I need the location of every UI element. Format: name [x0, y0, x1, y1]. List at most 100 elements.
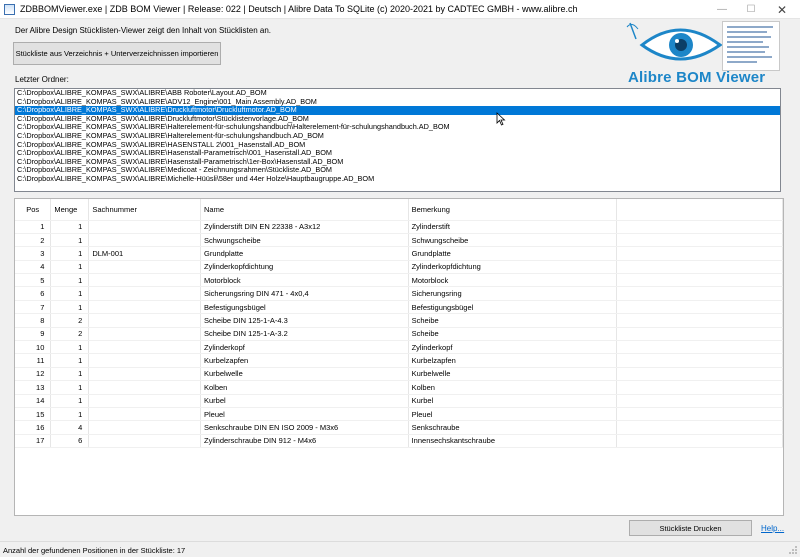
cell-pos: 17 [15, 434, 52, 449]
cell-name: Scheibe DIN 125-1-A-3.2 [200, 327, 409, 342]
cell-name: Kurbelzapfen [200, 353, 409, 368]
cell-name: Scheibe DIN 125-1-A-4.3 [200, 313, 409, 328]
cell-menge: 1 [50, 380, 90, 395]
col-header-pos[interactable]: Pos [15, 199, 52, 221]
cell-sachnummer [88, 353, 201, 368]
cell-bemerkung: Senkschraube [408, 420, 617, 435]
table-row[interactable]: 17 6 Zylinderschraube DIN 912 - M4x6 Innens… [15, 434, 783, 449]
folder-list-item[interactable]: C:\Dropbox\ALIBRE_KOMPAS_SWX\ALIBRE\Druc… [15, 106, 780, 115]
cell-pos: 14 [15, 394, 52, 408]
cell-name: Zylinderschraube DIN 912 - M4x6 [200, 434, 409, 449]
cell-empty [616, 394, 783, 408]
cell-bemerkung: Befestigungsbügel [408, 300, 617, 315]
cell-name: Pleuel [200, 407, 409, 422]
table-row[interactable]: 5 1 Motorblock Motorblock [15, 273, 783, 288]
cell-bemerkung: Zylinderstift [408, 220, 617, 234]
intro-text: Der Alibre Design Stücklisten-Viewer zei… [15, 26, 271, 35]
resize-grip-icon[interactable] [788, 545, 798, 555]
cell-bemerkung: Zylinderkopfdichtung [408, 260, 617, 275]
cell-sachnummer [88, 286, 201, 301]
cell-menge: 1 [50, 246, 90, 261]
bom-preview-thumbnail [722, 21, 780, 71]
folder-list-item[interactable]: C:\Dropbox\ALIBRE_KOMPAS_SWX\ALIBRE\Mich… [15, 175, 780, 184]
cell-empty [616, 380, 783, 395]
table-row[interactable]: 16 4 Senkschraube DIN EN ISO 2009 - M3x6 Se… [15, 420, 783, 435]
cell-pos: 3 [15, 246, 52, 261]
eye-logo-icon [626, 22, 723, 61]
folder-list-item[interactable]: C:\Dropbox\ALIBRE_KOMPAS_SWX\ALIBRE\Druc… [15, 115, 780, 124]
cell-name: Kurbelwelle [200, 367, 409, 382]
cell-empty [616, 327, 783, 342]
folder-list-item[interactable]: C:\Dropbox\ALIBRE_KOMPAS_SWX\ALIBRE\Hase… [15, 149, 780, 158]
minimize-button[interactable]: — [708, 0, 736, 19]
table-row[interactable]: 12 1 Kurbelwelle Kurbelwelle [15, 367, 783, 382]
col-header-bemerkung[interactable]: Bemerkung [408, 199, 617, 221]
folder-list-item[interactable]: C:\Dropbox\ALIBRE_KOMPAS_SWX\ALIBRE\Medi… [15, 166, 780, 175]
cell-name: Schwungscheibe [200, 233, 409, 248]
cell-bemerkung: Scheibe [408, 313, 617, 328]
col-header-menge[interactable]: Menge [50, 199, 90, 221]
folder-list-item[interactable]: C:\Dropbox\ALIBRE_KOMPAS_SWX\ALIBRE\ABB … [15, 89, 780, 98]
cell-empty [616, 434, 783, 449]
col-header-sachnummer[interactable]: Sachnummer [88, 199, 201, 221]
table-row[interactable]: 6 1 Sicherungsring DIN 471 - 4x0,4 Sicherun… [15, 286, 783, 301]
cell-name: Senkschraube DIN EN ISO 2009 - M3x6 [200, 420, 409, 435]
cell-name: Befestigungsbügel [200, 300, 409, 315]
cell-empty [616, 220, 783, 234]
col-header-empty [616, 199, 783, 221]
cell-bemerkung: Zylinderkopf [408, 340, 617, 355]
cell-pos: 8 [15, 313, 52, 328]
table-row[interactable]: 1 1 Zylinderstift DIN EN 22338 - A3x12 Zyli… [15, 220, 783, 234]
cell-bemerkung: Kurbelwelle [408, 367, 617, 382]
cell-sachnummer [88, 367, 201, 382]
cell-empty [616, 353, 783, 368]
folder-list-item[interactable]: C:\Dropbox\ALIBRE_KOMPAS_SWX\ALIBRE\Halt… [15, 132, 780, 141]
cell-menge: 1 [50, 273, 90, 288]
cell-name: Motorblock [200, 273, 409, 288]
close-button[interactable]: ✕ [768, 0, 796, 19]
table-row[interactable]: 14 1 Kurbel Kurbel [15, 394, 783, 408]
cell-empty [616, 407, 783, 422]
table-row[interactable]: 2 1 Schwungscheibe Schwungscheibe [15, 233, 783, 248]
cell-pos: 11 [15, 353, 52, 368]
table-row[interactable]: 11 1 Kurbelzapfen Kurbelzapfen [15, 353, 783, 368]
cell-empty [616, 273, 783, 288]
cell-menge: 1 [50, 260, 90, 275]
folder-list-item[interactable]: C:\Dropbox\ALIBRE_KOMPAS_SWX\ALIBRE\Hase… [15, 158, 780, 167]
cell-menge: 1 [50, 367, 90, 382]
cell-pos: 12 [15, 367, 52, 382]
bom-table[interactable]: Pos Menge Sachnummer Name Bemerkung 1 1 Zy… [14, 198, 784, 516]
cell-empty [616, 340, 783, 355]
cell-bemerkung: Kolben [408, 380, 617, 395]
help-link[interactable]: Help... [761, 524, 784, 533]
cell-pos: 4 [15, 260, 52, 275]
table-row[interactable]: 3 1 DLM-001 Grundplatte Grundplatte [15, 246, 783, 261]
table-row[interactable]: 13 1 Kolben Kolben [15, 380, 783, 395]
cell-pos: 9 [15, 327, 52, 342]
print-bom-button[interactable]: Stückliste Drucken [629, 520, 752, 536]
cell-name: Zylinderkopf [200, 340, 409, 355]
folder-list-item[interactable]: C:\Dropbox\ALIBRE_KOMPAS_SWX\ALIBRE\ADV1… [15, 98, 780, 107]
table-row[interactable]: 9 2 Scheibe DIN 125-1-A-3.2 Scheibe [15, 327, 783, 342]
cell-pos: 5 [15, 273, 52, 288]
cell-pos: 7 [15, 300, 52, 315]
table-row[interactable]: 15 1 Pleuel Pleuel [15, 407, 783, 422]
cell-menge: 2 [50, 313, 90, 328]
table-row[interactable]: 8 2 Scheibe DIN 125-1-A-4.3 Scheibe [15, 313, 783, 328]
folder-list-item[interactable]: C:\Dropbox\ALIBRE_KOMPAS_SWX\ALIBRE\HASE… [15, 141, 780, 150]
cell-name: Kurbel [200, 394, 409, 408]
cell-menge: 1 [50, 407, 90, 422]
cell-bemerkung: Scheibe [408, 327, 617, 342]
title-bar: ZDBBOMViewer.exe | ZDB BOM Viewer | Rele… [0, 0, 800, 19]
col-header-name[interactable]: Name [200, 199, 409, 221]
cell-menge: 6 [50, 434, 90, 449]
folder-list-item[interactable]: C:\Dropbox\ALIBRE_KOMPAS_SWX\ALIBRE\Halt… [15, 123, 780, 132]
table-row[interactable]: 10 1 Zylinderkopf Zylinderkopf [15, 340, 783, 355]
import-bom-button[interactable]: Stückliste aus Verzeichnis + Unterverzei… [13, 42, 221, 65]
cell-sachnummer [88, 434, 201, 449]
cell-sachnummer [88, 420, 201, 435]
table-row[interactable]: 4 1 Zylinderkopfdichtung Zylinderkopfdichtu… [15, 260, 783, 275]
table-row[interactable]: 7 1 Befestigungsbügel Befestigungsbügel [15, 300, 783, 315]
maximize-button[interactable]: ☐ [737, 0, 765, 19]
folder-list[interactable]: C:\Dropbox\ALIBRE_KOMPAS_SWX\ALIBRE\ABB … [14, 88, 781, 192]
